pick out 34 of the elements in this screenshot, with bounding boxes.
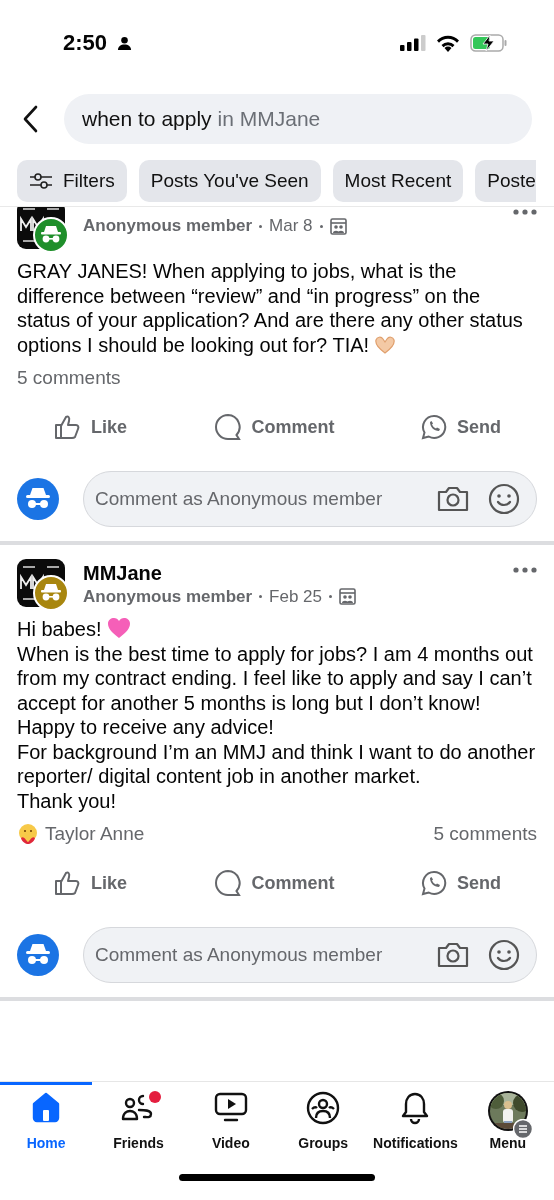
post-action-button[interactable]: Send bbox=[421, 413, 501, 441]
post-text: For background I’m an MMJ and think I want to do another reporter/ digital content job in another market. bbox=[17, 739, 537, 789]
post-action-button[interactable]: Comment bbox=[213, 413, 335, 441]
status-time: 2:50 bbox=[63, 30, 108, 56]
post-action-button[interactable]: Comment bbox=[213, 869, 335, 897]
post-date: Mar 8 bbox=[269, 216, 313, 236]
comment-count[interactable]: 5 comments bbox=[433, 823, 537, 845]
nav-tab[interactable]: Groups bbox=[277, 1082, 370, 1154]
post-date: Feb 25 bbox=[269, 586, 323, 607]
nav-tab[interactable]: Home bbox=[0, 1082, 93, 1154]
post-text: When is the best time to apply for jobs? I am 4 months out from my contract ending. I feel like to apply and say I can’t accept for another 5 months is long but I don’t know! bbox=[17, 641, 534, 715]
author-name: Anonymous member bbox=[83, 586, 253, 607]
nav-tab[interactable]: Video bbox=[184, 1082, 277, 1154]
filter-chip[interactable]: Most Recent bbox=[332, 160, 464, 202]
filter-chip[interactable]: Posts You've Seen bbox=[138, 160, 321, 202]
post-action-button[interactable]: Like bbox=[53, 869, 128, 897]
filter-chip[interactable]: Filters bbox=[17, 160, 127, 202]
comment-field[interactable]: Comment as Anonymous member bbox=[83, 927, 537, 983]
post-text: Happy to receive any advice! bbox=[17, 715, 275, 740]
search-field[interactable]: when to apply in MMJane bbox=[64, 94, 532, 144]
post-action-button[interactable]: Send bbox=[421, 869, 501, 897]
post-text: Hi babes! bbox=[17, 617, 537, 642]
comment-count[interactable]: 5 comments bbox=[17, 367, 121, 389]
post-text: Thank you! bbox=[17, 788, 117, 813]
nav-tab[interactable]: Menu bbox=[461, 1082, 554, 1154]
group-name[interactable]: MMJane bbox=[83, 561, 497, 585]
nav-tab[interactable]: Friends bbox=[92, 1082, 185, 1154]
reactor-name[interactable]: Taylor Anne bbox=[45, 823, 145, 845]
nav-tab[interactable]: Notifications bbox=[369, 1082, 462, 1154]
author-name: Anonymous member bbox=[83, 216, 253, 236]
filter-chip[interactable]: Poste bbox=[475, 160, 536, 202]
post-text: GRAY JANES! When applying to jobs, what is the difference between “review” and “in progress” on the status of your application? And are there any other status options I should be looking out for? TIA! bbox=[17, 259, 524, 357]
post-action-button[interactable]: Like bbox=[53, 413, 128, 441]
comment-field[interactable]: Comment as Anonymous member bbox=[83, 471, 537, 527]
